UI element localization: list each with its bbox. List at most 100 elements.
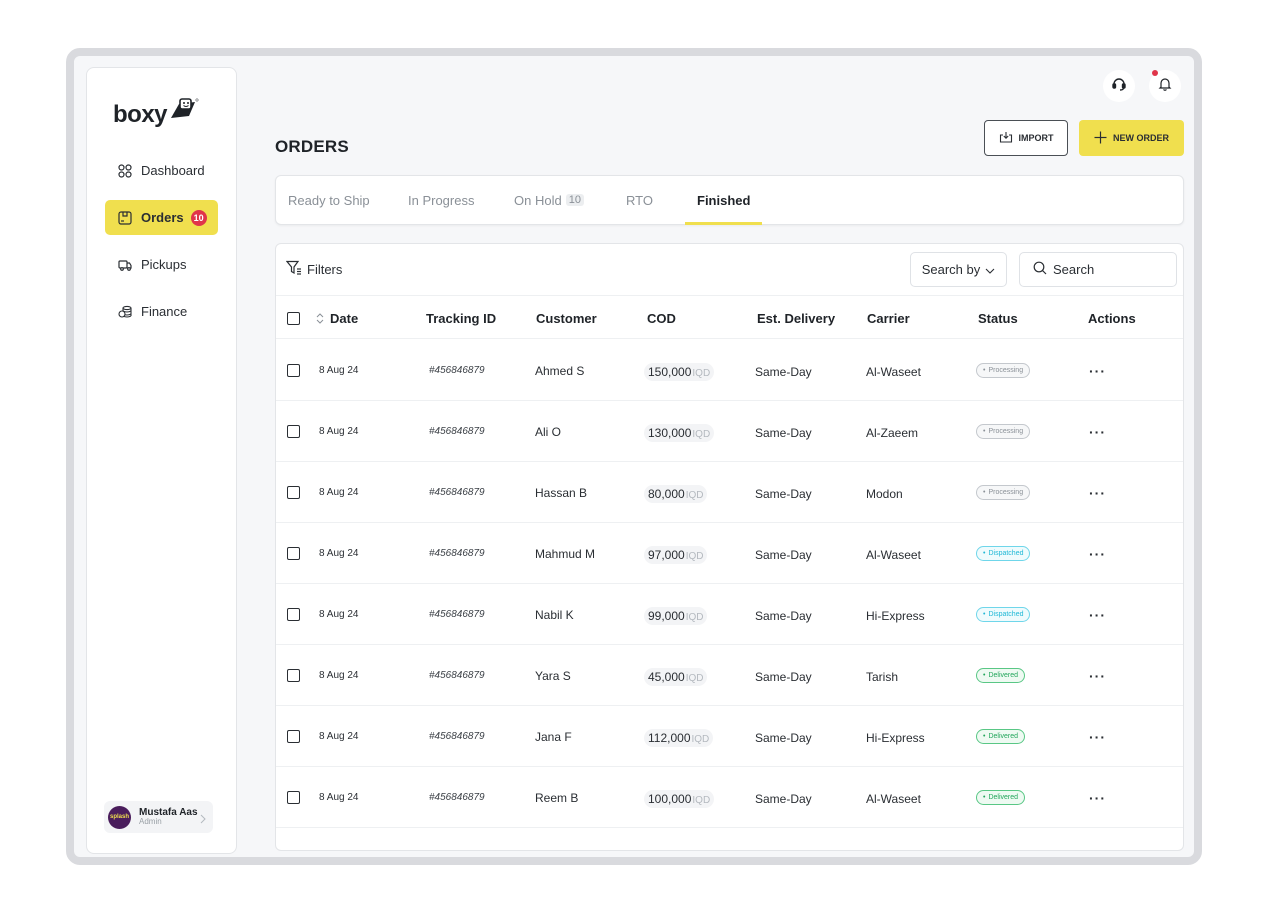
cell-status: • Delivered — [976, 706, 1026, 767]
cod-pill: 80,000IQD — [644, 484, 708, 503]
table-row[interactable]: 8 Aug 24 #456846879 Yara S 45,000IQD Same-Da… — [276, 645, 1183, 706]
more-icon: ··· — [1089, 545, 1106, 562]
tab-on-hold[interactable]: On Hold 10 — [514, 176, 584, 224]
row-checkbox[interactable] — [287, 462, 300, 523]
status-badge: • Processing — [976, 363, 1031, 378]
row-actions-button[interactable]: ··· — [1089, 523, 1106, 584]
table-row[interactable]: 8 Aug 24 #456846879 Mahmud M 97,000IQD Same-… — [276, 523, 1183, 585]
row-actions-button[interactable]: ··· — [1089, 706, 1106, 767]
column-date[interactable]: Date — [316, 296, 358, 340]
cell-customer: Ahmed S — [535, 363, 585, 378]
more-icon: ··· — [1089, 728, 1106, 745]
row-checkbox[interactable] — [287, 340, 300, 401]
user-profile[interactable]: splash Mustafa Aas Admin — [104, 801, 213, 833]
row-actions-button[interactable]: ··· — [1089, 767, 1106, 828]
row-actions-button[interactable]: ··· — [1089, 340, 1106, 401]
status-badge: • Dispatched — [976, 607, 1031, 622]
cell-status: • Processing — [976, 401, 1031, 462]
support-button[interactable] — [1103, 70, 1135, 102]
row-checkbox[interactable] — [287, 706, 300, 767]
sidebar-item-label: Dashboard — [141, 163, 205, 178]
tab-label: In Progress — [408, 192, 475, 208]
cell-customer: Hassan B — [535, 485, 588, 500]
orders-count-badge: 10 — [190, 209, 207, 226]
row-checkbox[interactable] — [287, 401, 300, 462]
row-checkbox[interactable] — [287, 584, 300, 645]
row-checkbox[interactable] — [287, 767, 300, 828]
status-dot: • — [983, 611, 986, 618]
column-customer[interactable]: Customer — [536, 296, 597, 340]
sidebar-item-finance[interactable]: Finance — [105, 294, 218, 329]
table-row[interactable]: 8 Aug 24 #456846879 Hassan B 80,000IQD Same-… — [276, 462, 1183, 523]
tab-in-progress[interactable]: In Progress — [408, 176, 474, 224]
row-checkbox[interactable] — [287, 645, 300, 706]
tab-rto[interactable]: RTO — [626, 176, 653, 224]
search-by-label: Search by — [921, 262, 981, 277]
cell-status: • Delivered — [976, 645, 1026, 706]
cell-customer: Yara S — [535, 668, 571, 683]
table-row[interactable]: 8 Aug 24 #456846879 Nabil K 99,000IQD Same-D… — [276, 584, 1183, 645]
table-row[interactable]: 8 Aug 24 #456846879 Jana F 112,000IQD Same-D… — [276, 706, 1183, 768]
sidebar-item-dashboard[interactable]: Dashboard — [105, 153, 218, 188]
column-cod[interactable]: COD — [647, 296, 676, 340]
chevron-down-icon — [980, 262, 995, 277]
column-carrier[interactable]: Carrier — [867, 296, 910, 340]
page-title: ORDERS — [275, 137, 349, 156]
column-est-delivery[interactable]: Est. Delivery — [757, 296, 835, 340]
cell-tracking-id[interactable]: #456846879 — [429, 401, 485, 462]
row-actions-button[interactable]: ··· — [1089, 584, 1106, 645]
row-actions-button[interactable]: ··· — [1089, 645, 1106, 706]
search-by-dropdown[interactable]: Search by — [910, 252, 1007, 287]
sidebar-item-pickups[interactable]: Pickups — [105, 247, 218, 282]
cell-cod: 112,000IQD — [644, 707, 714, 768]
sidebar-item-orders[interactable]: Orders 10 — [105, 200, 218, 235]
order-tabs: Ready to Ship In Progress On Hold 10 RTO… — [275, 175, 1184, 225]
filters-button[interactable]: Filters — [285, 260, 342, 278]
coins-icon — [118, 305, 132, 319]
status-dot: • — [983, 367, 986, 374]
status-dot: • — [983, 672, 986, 679]
cell-est-delivery: Same-Day — [755, 791, 812, 806]
cell-tracking-id[interactable]: #456846879 — [429, 645, 485, 706]
logo[interactable]: boxy — [113, 98, 199, 127]
cell-date: 8 Aug 24 — [319, 731, 359, 742]
cod-currency: IQD — [691, 733, 710, 745]
status-dot: • — [983, 733, 986, 740]
column-tracking-id[interactable]: Tracking ID — [426, 296, 496, 340]
cell-tracking-id[interactable]: #456846879 — [429, 706, 485, 767]
tab-ready-to-ship[interactable]: Ready to Ship — [288, 176, 370, 224]
more-icon: ··· — [1089, 789, 1106, 806]
select-all-checkbox[interactable] — [287, 296, 300, 340]
import-button[interactable]: IMPORT — [984, 120, 1068, 156]
cell-tracking-id[interactable]: #456846879 — [429, 523, 485, 584]
column-status[interactable]: Status — [978, 296, 1018, 340]
cell-cod: 97,000IQD — [644, 524, 708, 585]
cod-amount: 99,000 — [648, 608, 685, 623]
search-input[interactable]: Search — [1019, 252, 1177, 287]
table-row[interactable]: 8 Aug 24 #456846879 Ahmed S 150,000IQD Same-… — [276, 340, 1183, 402]
new-order-button[interactable]: NEW ORDER — [1079, 120, 1184, 156]
cell-status: • Processing — [976, 340, 1031, 401]
row-actions-button[interactable]: ··· — [1089, 401, 1106, 462]
new-order-label: NEW ORDER — [1113, 133, 1169, 143]
cell-est-delivery: Same-Day — [755, 730, 812, 745]
cod-amount: 80,000 — [648, 486, 685, 501]
row-actions-button[interactable]: ··· — [1089, 462, 1106, 523]
cod-pill: 100,000IQD — [644, 789, 715, 808]
bell-icon — [1157, 76, 1173, 97]
cell-cod: 150,000IQD — [644, 341, 715, 402]
cell-customer: Reem B — [535, 790, 579, 805]
status-label: Processing — [988, 367, 1024, 374]
table-row[interactable]: 8 Aug 24 #456846879 Ali O 130,000IQD Same-Da… — [276, 401, 1183, 462]
cell-tracking-id[interactable]: #456846879 — [429, 767, 485, 828]
cell-date: 8 Aug 24 — [319, 426, 359, 437]
cell-tracking-id[interactable]: #456846879 — [429, 584, 485, 645]
cell-tracking-id[interactable]: #456846879 — [429, 340, 485, 401]
cod-currency: IQD — [685, 489, 704, 501]
row-checkbox[interactable] — [287, 523, 300, 584]
cod-pill: 150,000IQD — [644, 362, 715, 381]
table-row[interactable]: 8 Aug 24 #456846879 Reem B 100,000IQD Same-D… — [276, 767, 1183, 828]
status-dot: • — [983, 794, 986, 801]
cell-tracking-id[interactable]: #456846879 — [429, 462, 485, 523]
tab-finished[interactable]: Finished — [684, 176, 764, 225]
